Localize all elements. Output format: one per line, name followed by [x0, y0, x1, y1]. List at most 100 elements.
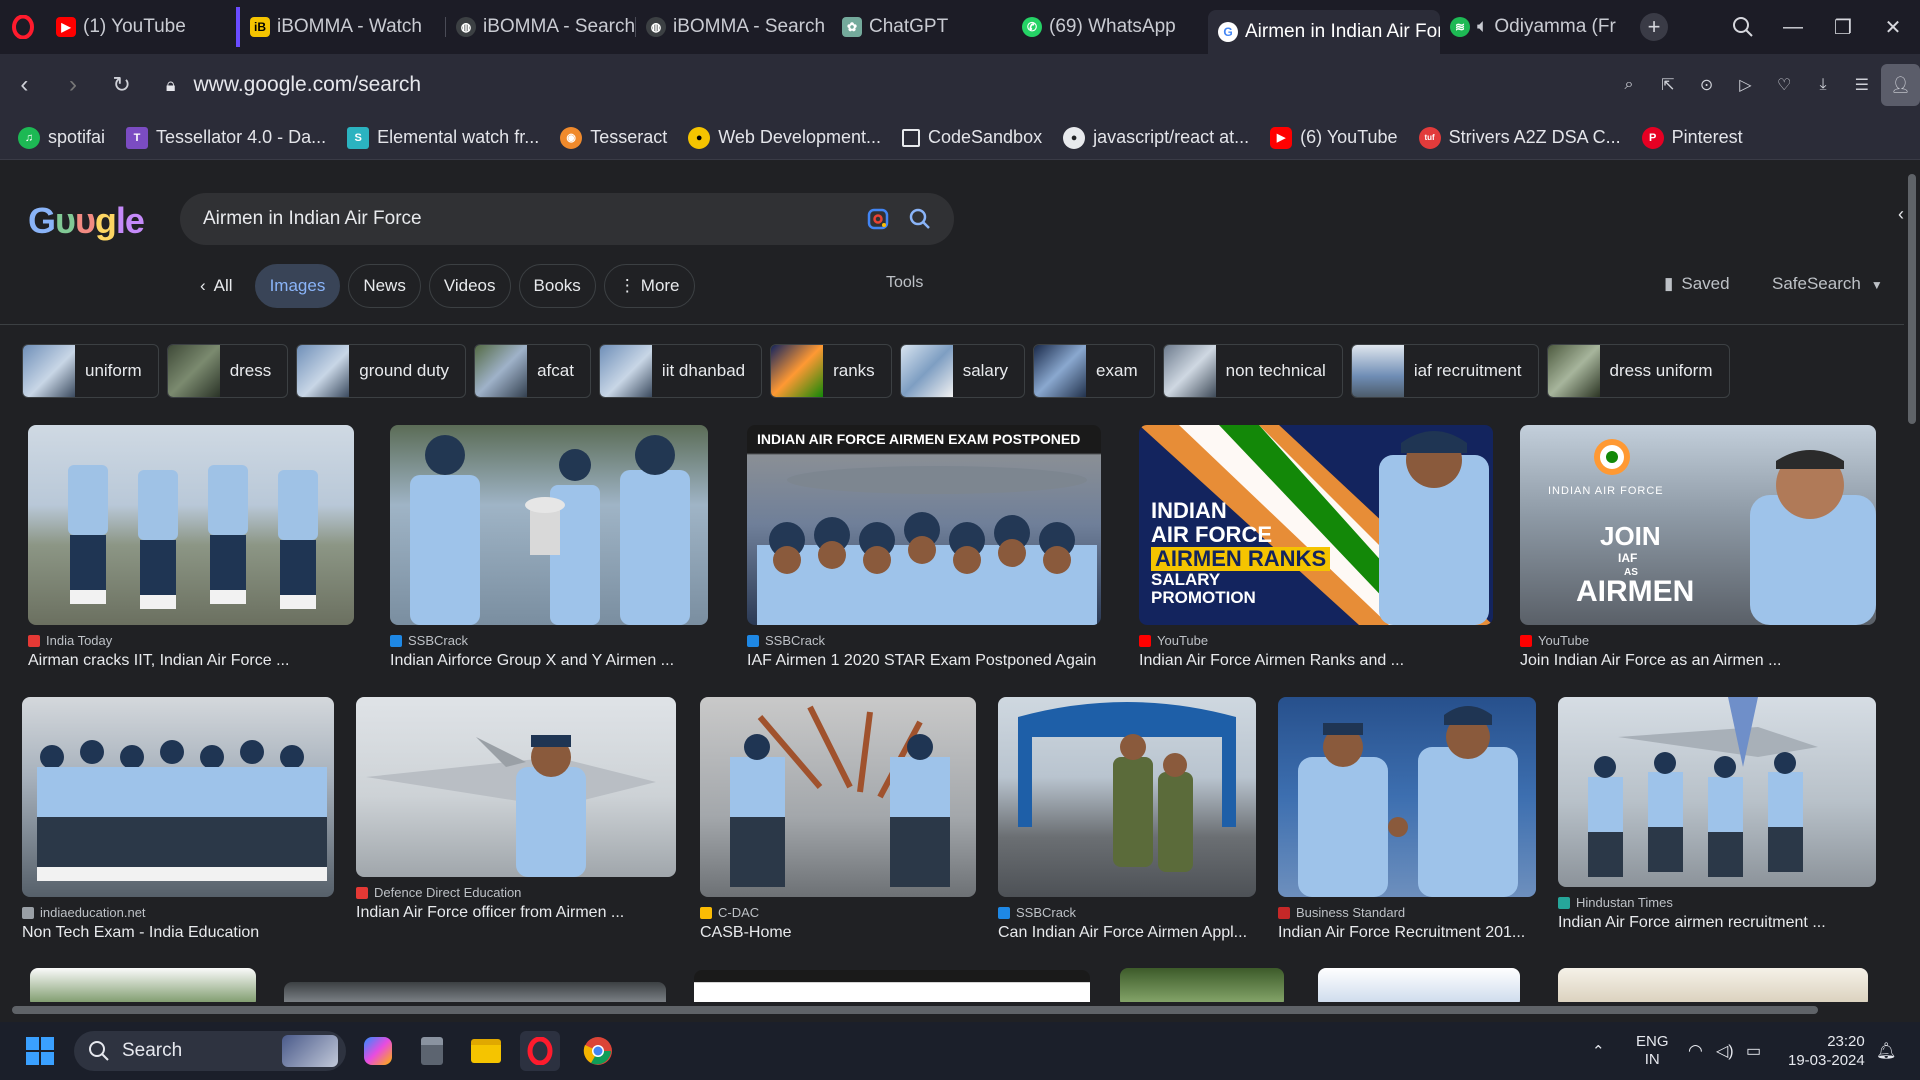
- image-result[interactable]: indiaeducation.net Non Tech Exam - India…: [22, 697, 334, 942]
- file-explorer-icon[interactable]: [466, 1031, 506, 1071]
- image-result[interactable]: Business Standard Indian Air Force Recru…: [1278, 697, 1536, 942]
- url-field[interactable]: 🔒︎ www.google.com/search: [166, 73, 1404, 97]
- filter-more[interactable]: ⋮ More: [603, 264, 695, 308]
- refine-iaf-recruitment[interactable]: iaf recruitment: [1350, 344, 1539, 398]
- bookmark-github[interactable]: ● javascript/react at...: [1063, 126, 1249, 149]
- bookmark-youtube[interactable]: ▶ (6) YouTube: [1270, 126, 1398, 149]
- image-result[interactable]: SSBCrack Can Indian Air Force Airmen App…: [998, 697, 1256, 942]
- tab-chatgpt[interactable]: ✿ ChatGPT: [832, 7, 1012, 47]
- saved-button[interactable]: ▮ Saved: [1664, 274, 1730, 294]
- filter-books[interactable]: Books: [518, 264, 596, 308]
- refine-iit-dhanbad[interactable]: iit dhanbad: [598, 344, 763, 398]
- scrollbar-thumb[interactable]: [1908, 174, 1916, 424]
- send-icon[interactable]: ▷: [1726, 64, 1765, 106]
- image-result[interactable]: INDIAN AIR FORCE AIRMEN RANKS SALARY PRO…: [1139, 425, 1493, 670]
- tab-google-active[interactable]: G Airmen in Indian Air Forc: [1208, 10, 1440, 54]
- result-title[interactable]: Join Indian Air Force as an Airmen ...: [1520, 652, 1876, 670]
- tools-button[interactable]: Tools: [886, 274, 923, 292]
- filter-images[interactable]: Images: [254, 264, 341, 308]
- tab-whatsapp[interactable]: ✆ (69) WhatsApp: [1012, 7, 1208, 47]
- refine-ground-duty[interactable]: ground duty: [296, 344, 467, 398]
- chrome-icon[interactable]: [578, 1031, 618, 1071]
- tab-ibomma-search-2[interactable]: ◍ iBOMMA - Search: [636, 7, 832, 47]
- google-lens-icon[interactable]: [866, 207, 890, 237]
- opera-taskbar-icon[interactable]: [520, 1031, 560, 1071]
- scrollbar-thumb[interactable]: [12, 1006, 1818, 1014]
- result-title[interactable]: Indian Airforce Group X and Y Airmen ...: [390, 652, 708, 670]
- filter-videos[interactable]: Videos: [428, 264, 511, 308]
- filter-all[interactable]: ‹ All: [186, 264, 247, 308]
- refine-afcat[interactable]: afcat: [474, 344, 591, 398]
- clock[interactable]: 23:20 19-03-2024: [1788, 1022, 1865, 1080]
- result-title[interactable]: IAF Airmen 1 2020 STAR Exam Postponed Ag…: [747, 652, 1101, 670]
- refine-dress[interactable]: dress: [166, 344, 289, 398]
- copilot-icon[interactable]: [358, 1031, 398, 1071]
- image-result[interactable]: Defence Direct Education Indian Air Forc…: [356, 697, 676, 922]
- notification-bell-icon[interactable]: 🔔︎: [1876, 1022, 1896, 1080]
- bookmark-pinterest[interactable]: P Pinterest: [1641, 126, 1743, 149]
- google-doodle-logo[interactable]: Gυυgle: [28, 200, 145, 242]
- result-title[interactable]: Non Tech Exam - India Education: [22, 924, 334, 942]
- refine-exam[interactable]: exam: [1033, 344, 1155, 398]
- wifi-icon[interactable]: ◠: [1688, 1022, 1703, 1080]
- search-tabs-icon[interactable]: [1718, 0, 1768, 54]
- refine-ranks[interactable]: ranks: [770, 344, 892, 398]
- image-result[interactable]: INDIAN AIR FORCE AIRMEN EXAM POSTPONED S…: [747, 425, 1101, 670]
- bookmark-tessellator[interactable]: T Tessellator 4.0 - Da...: [126, 126, 326, 149]
- result-title[interactable]: Indian Air Force Recruitment 201...: [1278, 924, 1536, 942]
- result-title[interactable]: Indian Air Force officer from Airmen ...: [356, 904, 676, 922]
- windows-start-icon[interactable]: [20, 1031, 60, 1071]
- battery-icon[interactable]: ▭: [1746, 1022, 1761, 1080]
- tab-spotify[interactable]: ≋ 🔈︎ Odiyamma (Fr: [1440, 7, 1630, 47]
- result-title[interactable]: Indian Air Force Airmen Ranks and ...: [1139, 652, 1493, 670]
- restore-button[interactable]: ❐: [1818, 0, 1868, 54]
- calculator-icon[interactable]: [412, 1031, 452, 1071]
- refine-salary[interactable]: salary: [899, 344, 1026, 398]
- tab-ibomma-watch[interactable]: iB iBOMMA - Watch: [236, 7, 446, 47]
- bookmark-tesseract[interactable]: ◉ Tesseract: [560, 126, 667, 149]
- show-hidden-icons[interactable]: ⌃: [1592, 1022, 1605, 1080]
- snapshot-icon[interactable]: ⊙: [1687, 64, 1726, 106]
- result-title[interactable]: Can Indian Air Force Airmen Appl...: [998, 924, 1256, 942]
- profile-icon[interactable]: 👤︎: [1881, 64, 1920, 106]
- volume-icon[interactable]: ◁): [1716, 1022, 1734, 1080]
- new-tab-button[interactable]: +: [1630, 0, 1678, 54]
- image-result[interactable]: INDIAN AIR FORCE JOIN IAF AS AIRMEN YouT…: [1520, 425, 1876, 670]
- bookmark-elemental[interactable]: S Elemental watch fr...: [347, 126, 539, 149]
- image-result[interactable]: Hindustan Times Indian Air Force airmen …: [1558, 697, 1876, 932]
- horizontal-scrollbar[interactable]: [0, 1002, 1904, 1018]
- tab-ibomma-search-1[interactable]: ◍ iBOMMA - Search: [446, 7, 636, 47]
- minimize-button[interactable]: —: [1768, 0, 1818, 54]
- forward-button[interactable]: ›: [53, 63, 94, 107]
- result-title[interactable]: Indian Air Force airmen recruitment ...: [1558, 914, 1876, 932]
- search-icon[interactable]: [908, 207, 932, 237]
- image-result[interactable]: India Today Airman cracks IIT, Indian Ai…: [28, 425, 354, 670]
- taskbar-search-box[interactable]: Search: [74, 1031, 346, 1071]
- lens-search-icon[interactable]: ⌕: [1610, 64, 1649, 106]
- close-window-button[interactable]: ✕: [1868, 0, 1918, 54]
- bookmark-spotifai[interactable]: ♫ spotifai: [18, 126, 105, 149]
- back-button[interactable]: ‹: [4, 63, 45, 107]
- reload-button[interactable]: ↻: [101, 63, 142, 107]
- image-result[interactable]: SSBCrack Indian Airforce Group X and Y A…: [390, 425, 708, 670]
- language-indicator[interactable]: ENG IN: [1636, 1022, 1669, 1080]
- vertical-scrollbar[interactable]: [1904, 160, 1920, 1010]
- result-title[interactable]: CASB-Home: [700, 924, 976, 942]
- image-result[interactable]: C-DAC CASB-Home: [700, 697, 976, 942]
- filter-news[interactable]: News: [348, 264, 421, 308]
- bookmark-strivers[interactable]: tuf Strivers A2Z DSA C...: [1418, 126, 1621, 149]
- bookmark-codesandbox[interactable]: CodeSandbox: [901, 127, 1042, 148]
- refine-uniform[interactable]: uniform: [22, 344, 159, 398]
- heart-icon[interactable]: ♡: [1765, 64, 1804, 106]
- search-input[interactable]: Airmen in Indian Air Force: [180, 193, 954, 245]
- refine-non-technical[interactable]: non technical: [1162, 344, 1343, 398]
- tab-youtube[interactable]: ▶ (1) YouTube: [46, 7, 236, 47]
- bookmark-webdev[interactable]: ● Web Development...: [688, 126, 881, 149]
- result-title[interactable]: Airman cracks IIT, Indian Air Force ...: [28, 652, 354, 670]
- opera-logo-icon[interactable]: [0, 0, 46, 54]
- easy-setup-icon[interactable]: ☰: [1842, 64, 1881, 106]
- safesearch-dropdown[interactable]: SafeSearch ▼: [1772, 274, 1883, 294]
- refine-dress-uniform[interactable]: dress uniform: [1546, 344, 1730, 398]
- share-icon[interactable]: ⇱: [1648, 64, 1687, 106]
- download-icon[interactable]: ⤓: [1804, 64, 1843, 106]
